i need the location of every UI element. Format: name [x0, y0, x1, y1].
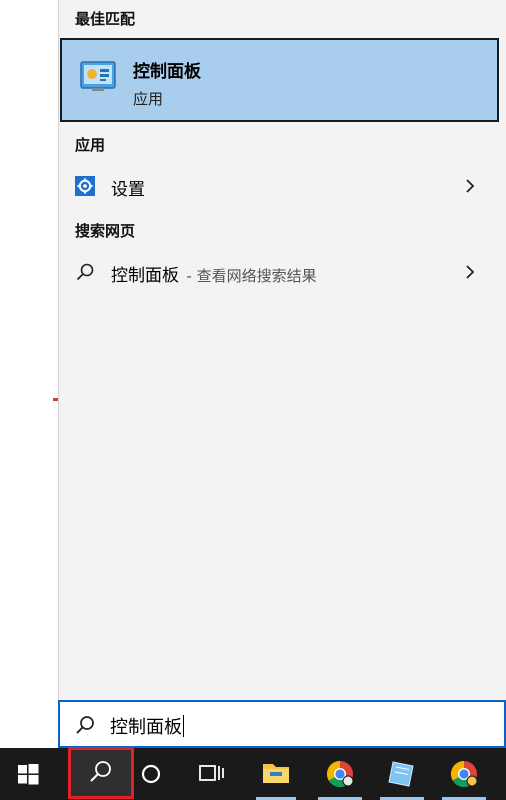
- app-result-label: 设置: [111, 180, 145, 200]
- web-result-control-panel[interactable]: 控制面板 - 查看网络搜索结果: [59, 254, 506, 290]
- control-panel-icon: [80, 61, 116, 91]
- search-input-text: 控制面板: [110, 717, 182, 738]
- search-input-value: 控制面板: [110, 713, 184, 739]
- web-result-label: 控制面板 - 查看网络搜索结果: [111, 261, 317, 286]
- taskbar-search-button[interactable]: [68, 747, 134, 799]
- search-icon: [76, 263, 94, 281]
- chevron-right-icon[interactable]: [463, 262, 477, 282]
- best-match-control-panel[interactable]: 控制面板 应用: [60, 38, 499, 122]
- search-results-panel: 最佳匹配 控制面板 应用 应用 设置 搜索网页 控制面板 - 查看网络搜索结果: [58, 0, 506, 748]
- best-match-subtitle: 应用: [133, 90, 164, 108]
- chevron-right-icon[interactable]: [463, 176, 477, 196]
- notepad-icon[interactable]: [384, 748, 420, 800]
- web-result-hint: - 查看网络搜索结果: [186, 267, 317, 285]
- desktop-background: [0, 0, 58, 748]
- chrome-profile-icon[interactable]: [446, 748, 482, 800]
- start-windows-icon[interactable]: [14, 748, 42, 800]
- file-explorer-icon[interactable]: [258, 748, 294, 800]
- web-result-query: 控制面板: [111, 266, 179, 286]
- text-caret: [183, 715, 184, 737]
- search-icon: [76, 716, 94, 734]
- search-icon: [90, 761, 111, 782]
- settings-gear-icon: [75, 176, 95, 196]
- search-input[interactable]: 控制面板: [58, 700, 506, 748]
- chrome-icon[interactable]: [322, 748, 358, 800]
- cortana-circle-icon[interactable]: [136, 748, 166, 800]
- apps-header: 应用: [75, 136, 106, 154]
- app-result-settings[interactable]: 设置: [59, 168, 506, 204]
- best-match-title: 控制面板: [133, 62, 201, 82]
- best-match-header: 最佳匹配: [75, 10, 136, 28]
- task-view-icon[interactable]: [196, 748, 226, 800]
- web-search-header: 搜索网页: [75, 222, 136, 240]
